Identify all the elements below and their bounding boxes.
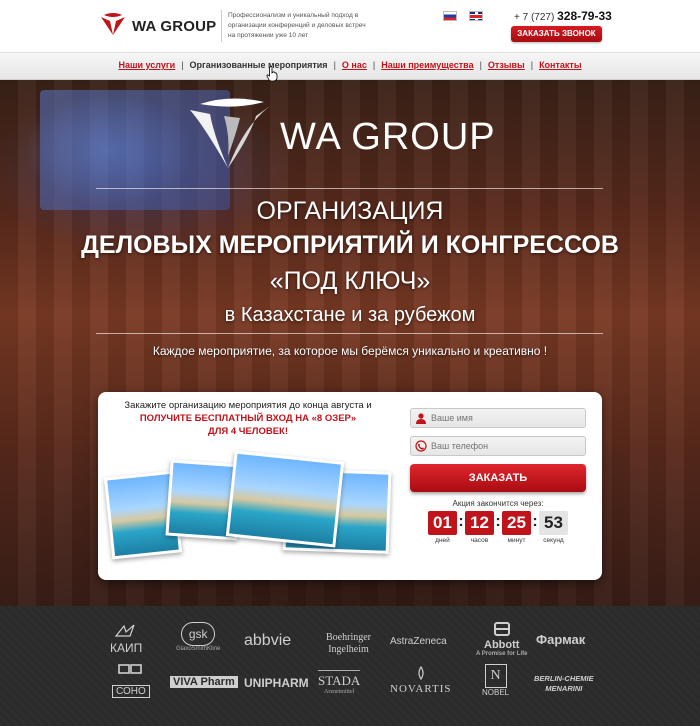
- client-logo-novartis: NOVARTIS: [390, 665, 452, 695]
- timer-minutes-label: минут: [507, 537, 526, 544]
- phone-field[interactable]: [410, 436, 586, 456]
- client-logo-unipharm: UNIPHARM: [244, 676, 309, 690]
- timer-seconds-label: секунд: [543, 537, 564, 544]
- hero-line-3: «ПОД КЛЮЧ»: [269, 267, 431, 295]
- client-logo-sono: СОНО: [112, 664, 150, 698]
- client-logo-abbott: Abbott A Promise for Life: [476, 622, 527, 657]
- nav-separator: |: [479, 60, 482, 70]
- photo-pool-3: [225, 450, 345, 548]
- timer-hours-label: часов: [470, 537, 489, 544]
- hero-line-1: ОРГАНИЗАЦИЯ: [256, 197, 444, 225]
- kaip-icon: [114, 624, 135, 637]
- client-logo-boehringer: Boehringer Ingelheim: [326, 632, 371, 655]
- client-logo-gsk: gsk GlaxoSmithKline: [176, 622, 220, 652]
- hero-subline: Каждое мероприятие, за которое мы берёмс…: [152, 344, 548, 358]
- nav-item-services[interactable]: Наши услуги: [118, 60, 175, 70]
- client-logo-kaip: КАИП: [110, 624, 142, 655]
- timer-title: Акция закончится через:: [452, 499, 544, 508]
- hero-line-2: ДЕЛОВЫХ МЕРОПРИЯТИЙ И КОНГРЕССОВ: [81, 231, 619, 259]
- main-nav: Наши услуги | Организованные мероприятия…: [0, 52, 700, 80]
- hero-logo: WA GROUP: [184, 96, 496, 174]
- nav-separator: |: [181, 60, 184, 70]
- hero-section: WA GROUP ОРГАНИЗАЦИЯ ДЕЛОВЫХ МЕРОПРИЯТИЙ…: [0, 80, 700, 606]
- hand-cursor-icon: [266, 66, 278, 82]
- order-card: Закажите организацию мероприятия до конц…: [98, 392, 602, 580]
- order-submit-button[interactable]: ЗАКАЗАТЬ: [410, 464, 586, 492]
- client-logo-astrazeneca: AstraZeneca: [390, 636, 447, 647]
- hero-logo-icon: [190, 98, 270, 168]
- photo-collage: [98, 450, 398, 576]
- hero-line-4: в Казахстане и за рубежом: [224, 304, 476, 326]
- hero-brand-name: WA GROUP: [280, 115, 496, 158]
- timer-minutes: 25 минут: [502, 511, 531, 544]
- nav-item-events[interactable]: Организованные мероприятия: [190, 60, 328, 70]
- logo-icon: [101, 13, 125, 35]
- abbott-icon: [493, 622, 510, 636]
- timer-days-label: дней: [435, 537, 450, 544]
- client-logo-berlin-chemie: BERLIN-CHEMIE MENARINI: [534, 674, 594, 693]
- language-switcher: [443, 11, 483, 21]
- header-divider: [221, 10, 222, 42]
- logo[interactable]: WA GROUP: [98, 10, 216, 42]
- nav-item-reviews[interactable]: Отзывы: [488, 60, 525, 70]
- client-logo-farmak: Фармак: [536, 632, 586, 647]
- phone-input[interactable]: [431, 441, 581, 451]
- callback-button[interactable]: ЗАКАЗАТЬ ЗВОНОК: [511, 26, 602, 42]
- nav-separator: |: [530, 60, 534, 70]
- nav-item-contacts[interactable]: Контакты: [539, 60, 581, 70]
- sono-icon: [118, 664, 142, 674]
- phone-icon: [415, 440, 427, 452]
- timer-days-value: 01: [428, 511, 457, 535]
- hero-divider-top: [96, 188, 603, 189]
- offer-line-2: ПОЛУЧИТЕ БЕСПЛАТНЫЙ ВХОД НА «8 ОЗЕР»: [139, 413, 357, 424]
- timer-minutes-value: 25: [502, 511, 531, 535]
- novartis-icon: [418, 665, 424, 681]
- offer-line-3: ДЛЯ 4 ЧЕЛОВЕК!: [207, 426, 289, 437]
- flag-en-icon[interactable]: [469, 11, 483, 21]
- client-logo-vivapharm: VIVA Pharm: [170, 676, 238, 688]
- order-form: ЗАКАЗАТЬ Акция закончится через: 01 дней…: [410, 408, 586, 544]
- nav-item-about[interactable]: О нас: [342, 60, 367, 70]
- timer-days: 01 дней: [428, 511, 457, 544]
- flag-ru-icon[interactable]: [443, 11, 457, 21]
- logo-text: WA GROUP: [132, 17, 217, 35]
- timer-hours: 12 часов: [465, 511, 494, 544]
- hero-divider-bottom: [96, 333, 603, 334]
- timer-colon: :: [532, 513, 538, 530]
- clients-strip: КАИП gsk GlaxoSmithKline abbvie Boehring…: [0, 606, 700, 726]
- countdown-timer: 01 дней : 12 часов : 25 минут : 53 секун…: [410, 511, 586, 544]
- timer-hours-value: 12: [465, 511, 494, 535]
- nav-item-advantages[interactable]: Наши преимущества: [381, 60, 473, 70]
- phone-number: 328-79-33: [557, 9, 612, 23]
- offer-line-1: Закажите организацию мероприятия до конц…: [124, 400, 372, 411]
- client-logo-nobel: N NOBEL: [482, 664, 509, 697]
- offer-block: Закажите организацию мероприятия до конц…: [98, 400, 398, 437]
- timer-colon: :: [458, 513, 464, 530]
- nav-separator: |: [372, 60, 376, 70]
- tagline: Профессионализм и уникальный подход в ор…: [228, 12, 366, 39]
- client-logo-stada: STADA Arzneimittel: [318, 670, 361, 695]
- phone: + 7 (727) 328-79-33: [514, 9, 612, 23]
- name-input[interactable]: [431, 413, 581, 423]
- client-logo-abbvie: abbvie: [244, 632, 292, 649]
- timer-seconds-value: 53: [539, 511, 568, 535]
- timer-colon: :: [495, 513, 501, 530]
- user-icon: [416, 413, 426, 424]
- name-field[interactable]: [410, 408, 586, 428]
- nav-separator: |: [333, 60, 336, 70]
- phone-prefix: + 7 (727): [514, 12, 555, 23]
- header: WA GROUP Профессионализм и уникальный по…: [0, 0, 700, 52]
- timer-seconds: 53 секунд: [539, 511, 568, 544]
